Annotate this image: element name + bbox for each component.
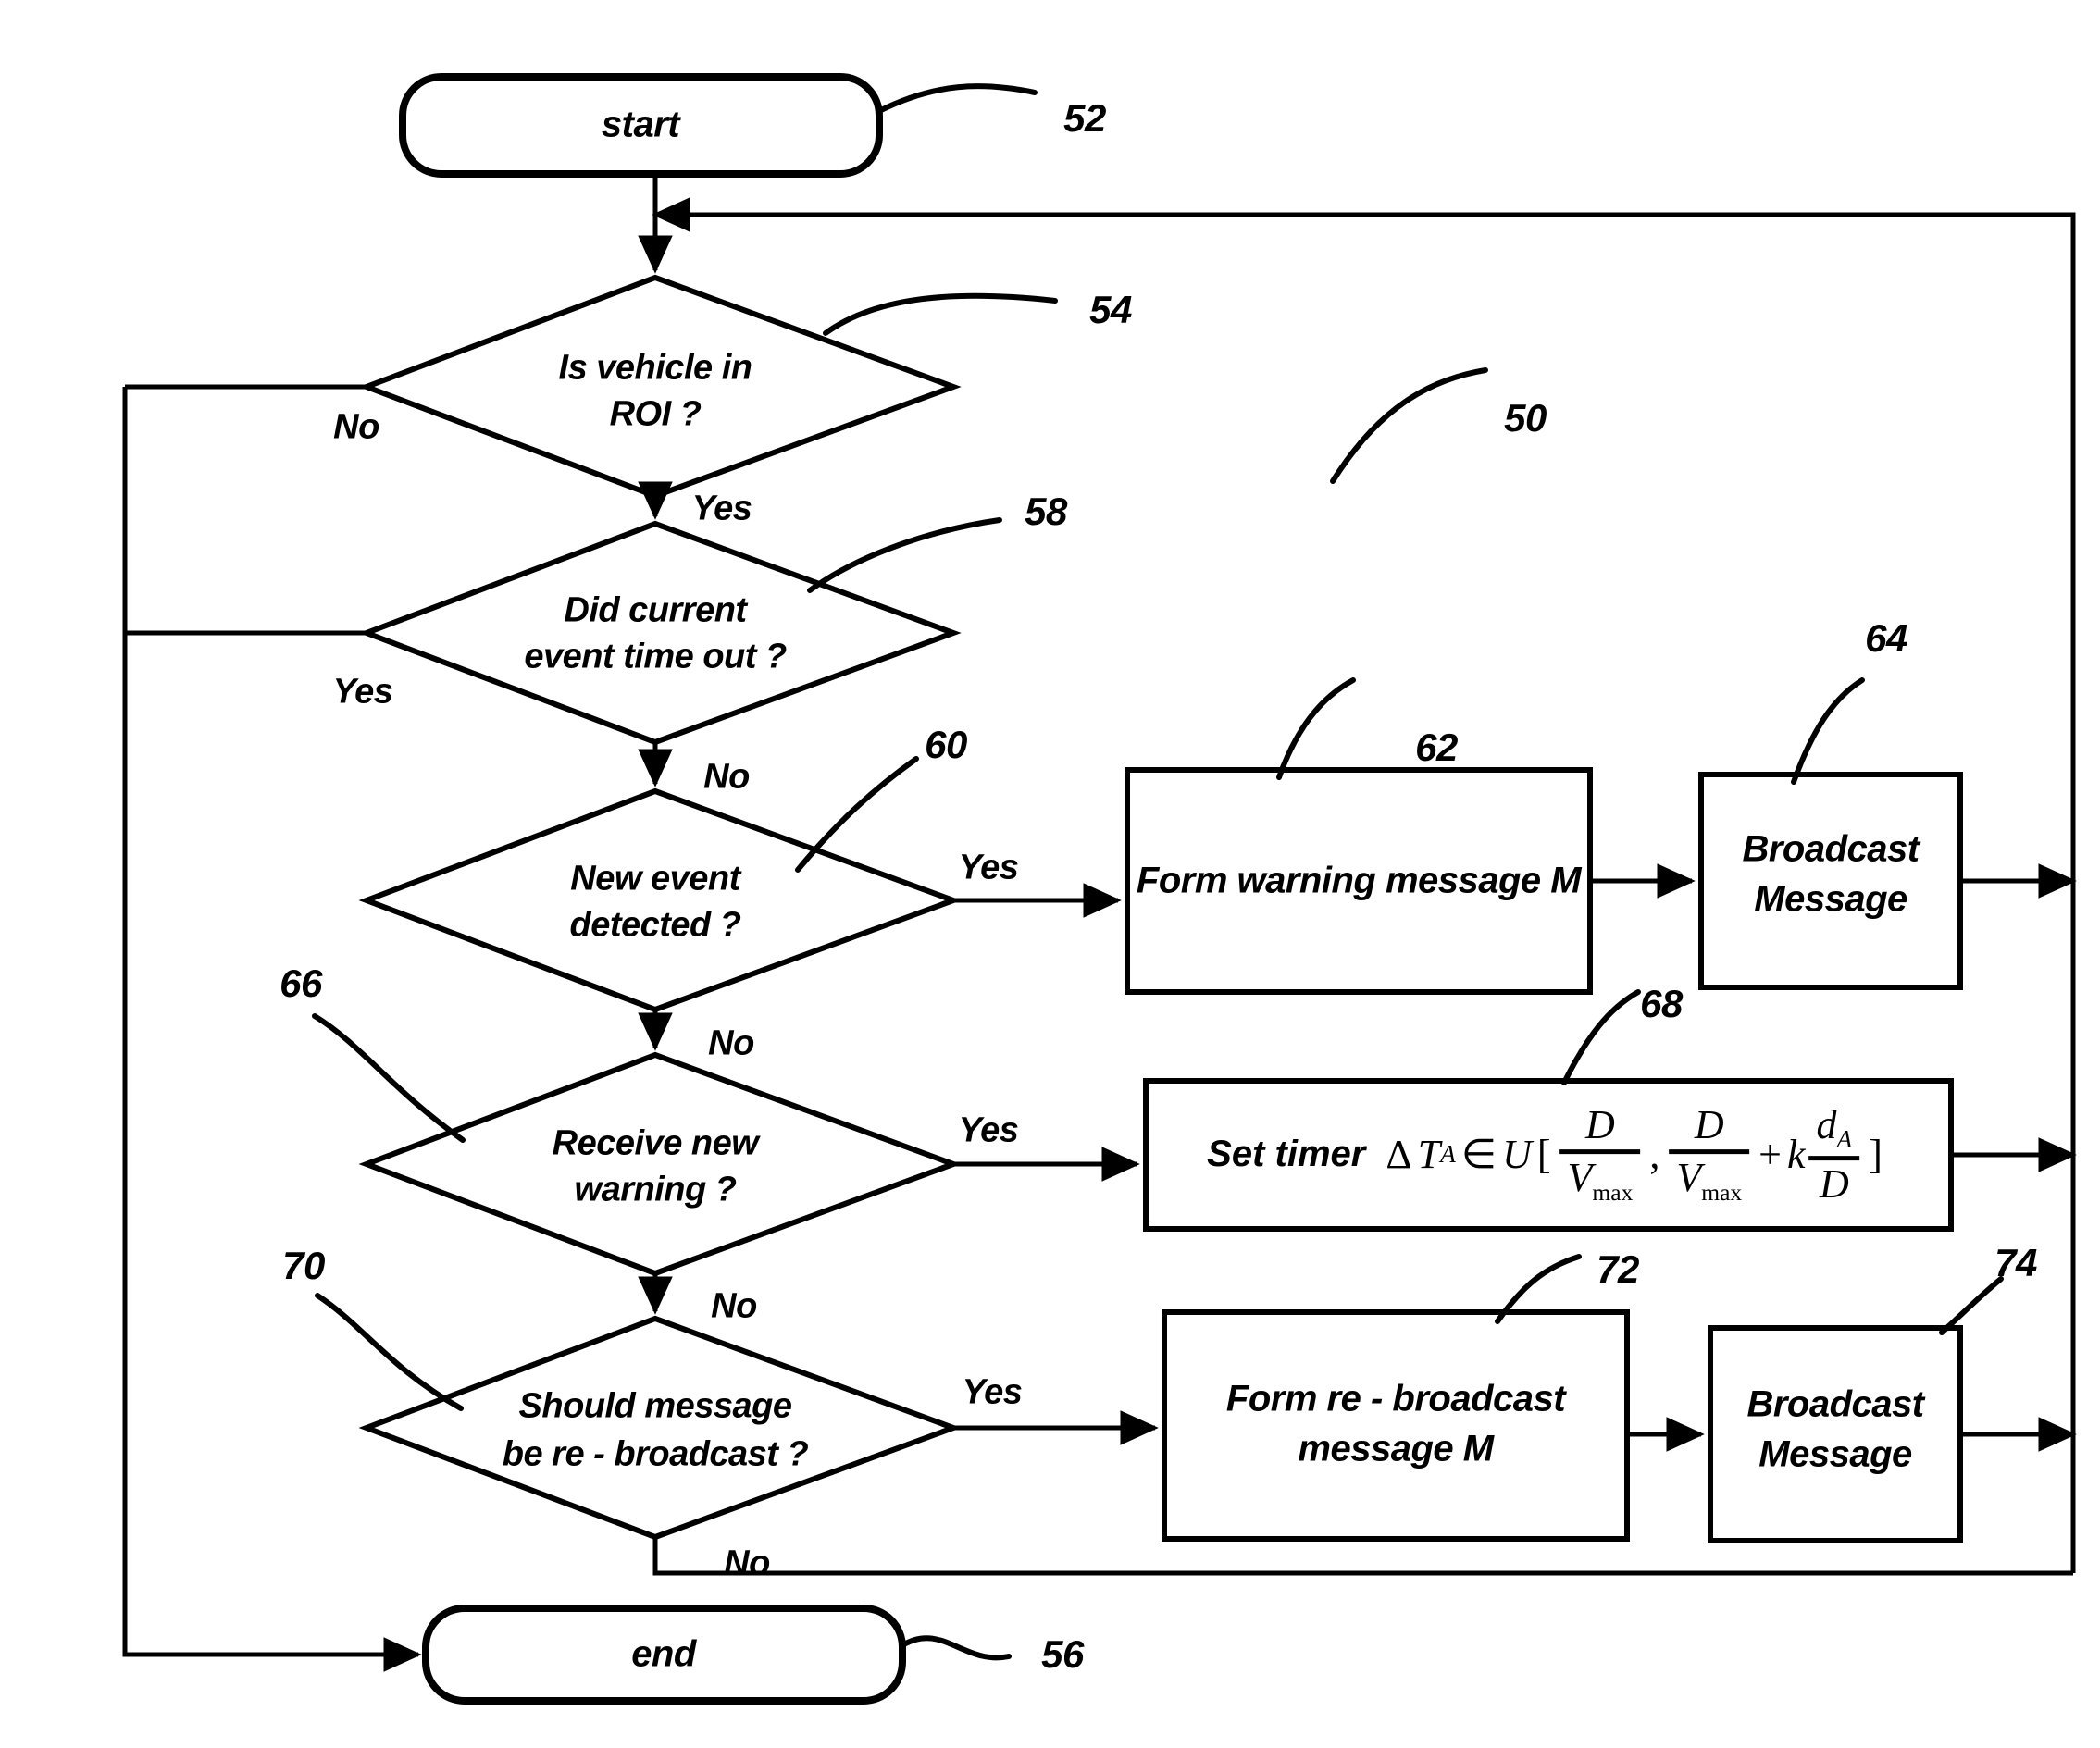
leader-50 (1330, 367, 1488, 484)
math-left-bracket: [ (1536, 1132, 1551, 1178)
leader-54 (823, 292, 1058, 336)
branch-label-rebroadcast-yes: Yes (962, 1372, 1023, 1412)
leader-62 (1276, 677, 1356, 780)
math-frac1-denominator: Vmax (1560, 1157, 1641, 1206)
math-right-bracket: ] (1869, 1132, 1883, 1178)
math-frac3-bar (1808, 1155, 1860, 1160)
leader-60 (795, 756, 919, 873)
math-frac2-bar (1669, 1149, 1750, 1155)
math-frac3-num-sub: A (1836, 1124, 1853, 1153)
math-delta: Δ (1386, 1132, 1412, 1178)
reference-numeral-58: 58 (1025, 490, 1067, 534)
reference-numeral-70: 70 (282, 1244, 325, 1288)
decision-recvwarn-line2: warning ? (574, 1170, 737, 1209)
edge-left-rail-to-end (122, 387, 422, 1672)
branch-label-roi-yes: Yes (691, 489, 752, 528)
process-form-rebroadcast-line1: Form re - broadcast (1225, 1378, 1566, 1419)
reference-numeral-50: 50 (1504, 396, 1547, 440)
reference-numeral-52: 52 (1063, 96, 1106, 141)
math-frac3-num-d: d (1816, 1102, 1837, 1148)
math-frac1-den-sub: max (1592, 1179, 1634, 1207)
leader-52 (876, 83, 1038, 114)
decision-newevent-line2: detected ? (569, 905, 741, 945)
math-fraction-1: D Vmax (1559, 1102, 1641, 1206)
reference-numeral-66: 66 (280, 961, 322, 1006)
math-frac3-numerator: dA (1809, 1102, 1860, 1153)
start-node-label: start (601, 104, 680, 145)
process-broadcast1-line1: Broadcast (1742, 828, 1920, 870)
branch-label-recvwarn-no: No (711, 1286, 757, 1326)
decision-recvwarn-line1: Receive new (552, 1123, 759, 1163)
process-form-warning-label: Form warning message M (1136, 860, 1582, 901)
process-broadcast2-line2: Message (1758, 1433, 1912, 1475)
reference-numeral-74: 74 (1994, 1241, 2037, 1285)
process-form-rebroadcast-line2: message M (1298, 1428, 1494, 1469)
leader-66 (312, 1013, 466, 1143)
reference-numeral-72: 72 (1597, 1247, 1639, 1292)
reference-numeral-64: 64 (1865, 616, 1907, 661)
decision-rebroadcast-line2: be re - broadcast ? (502, 1434, 809, 1474)
math-fraction-2: D Vmax (1669, 1102, 1750, 1206)
process-broadcast2-line1: Broadcast (1746, 1383, 1924, 1425)
math-comma: , (1649, 1132, 1660, 1178)
decision-timeout-line2: event time out ? (524, 637, 787, 676)
decision-newevent-line1: New event (570, 859, 740, 899)
branch-label-newevent-no: No (708, 1023, 754, 1063)
math-U: U (1502, 1132, 1532, 1178)
math-fraction-3: dA D (1808, 1102, 1860, 1207)
branch-label-rebroadcast-no: No (724, 1543, 770, 1583)
process-set-timer-formula: Set timer ΔTA ∈ U[ D Vmax , D Vmax + k d… (1207, 1102, 1888, 1207)
math-T: T (1417, 1132, 1441, 1178)
decision-rebroadcast-shape (358, 1315, 962, 1541)
math-plus: + (1758, 1132, 1783, 1178)
decision-timeout-line1: Did current (564, 590, 747, 630)
leader-64 (1791, 677, 1865, 785)
decision-newevent-shape (358, 787, 962, 1013)
decision-rebroadcast-line1: Should message (518, 1386, 792, 1426)
math-frac1-den-V: V (1567, 1155, 1593, 1201)
leader-70 (315, 1293, 464, 1411)
decision-roi-line1: Is vehicle in (558, 348, 752, 388)
figure-canvas: start end Is vehicle in ROI ? Did curren… (0, 0, 2100, 1748)
set-timer-math-expression: ΔTA ∈ U[ D Vmax , D Vmax + k dA D ] (1380, 1102, 1888, 1207)
leader-74 (1939, 1276, 2004, 1335)
math-frac3-denominator: D (1819, 1160, 1849, 1207)
leader-56 (900, 1635, 1012, 1661)
branch-label-roi-no: No (333, 407, 379, 447)
math-frac1-bar (1559, 1149, 1641, 1155)
math-T-subscript: A (1440, 1140, 1456, 1169)
branch-label-timeout-no: No (703, 757, 750, 797)
math-element-of: ∈ (1460, 1132, 1497, 1178)
branch-label-timeout-yes: Yes (332, 672, 393, 712)
reference-numeral-62: 62 (1415, 725, 1458, 770)
math-frac2-den-sub: max (1701, 1179, 1743, 1207)
reference-numeral-56: 56 (1041, 1632, 1084, 1677)
flowchart-graphics (122, 73, 2077, 1705)
math-frac2-denominator: Vmax (1669, 1157, 1749, 1206)
math-frac2-den-V: V (1676, 1155, 1702, 1201)
decision-roi-line2: ROI ? (609, 394, 702, 434)
branch-label-newevent-yes: Yes (958, 848, 1019, 887)
math-frac1-numerator: D (1585, 1102, 1615, 1148)
reference-numeral-60: 60 (925, 723, 967, 767)
reference-numeral-54: 54 (1089, 288, 1132, 332)
reference-numeral-68: 68 (1640, 982, 1683, 1026)
leader-68 (1561, 989, 1641, 1085)
process-broadcast1-line2: Message (1754, 878, 1907, 920)
set-timer-lead-label: Set timer (1207, 1134, 1366, 1175)
math-k: k (1787, 1132, 1806, 1178)
leader-58 (807, 517, 1002, 593)
branch-label-recvwarn-yes: Yes (958, 1110, 1019, 1150)
end-node-label: end (631, 1633, 696, 1675)
math-frac2-numerator: D (1694, 1102, 1724, 1148)
process-form-rebroadcast-shape (1162, 1309, 1630, 1542)
